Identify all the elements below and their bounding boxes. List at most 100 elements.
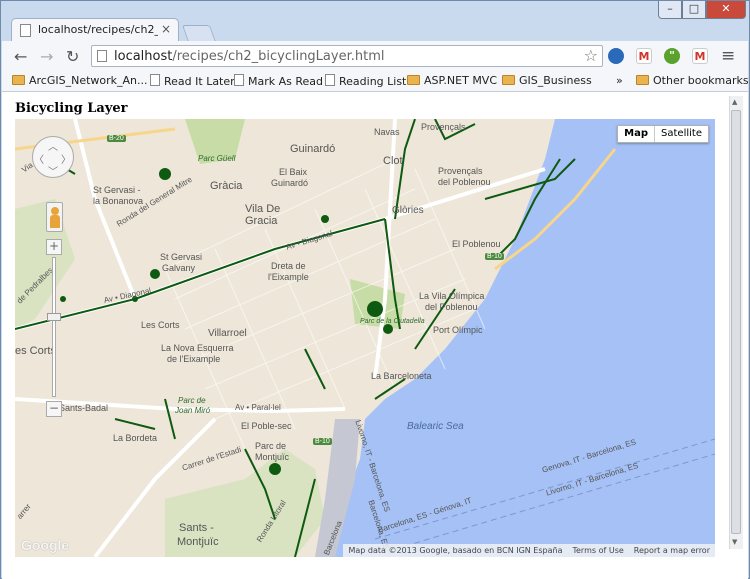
map-label: Galvany [162,263,196,273]
map-footer: Map data ©2013 Google, basado en BCN IGN… [343,544,715,557]
map-label: Guinardó [271,178,309,188]
url-path: /recipes/ch2_bicyclingLayer.html [172,49,385,64]
folder-icon [407,75,420,85]
page-icon [150,74,160,86]
map-label: La Vila Olímpica [419,291,485,301]
map-label: Provençals [438,166,483,176]
back-icon[interactable]: ← [14,47,27,66]
report-map-error-link[interactable]: Report a map error [634,544,710,557]
folder-icon [502,75,515,85]
new-tab-button[interactable] [181,25,217,42]
map-label: Provençals [421,122,466,132]
bookmarks-bar: ArcGIS_Network_An... Read It Later Mark … [2,72,749,92]
map-label: El Baix [279,167,308,177]
bookmarks-overflow-icon[interactable]: » [616,74,623,87]
map-data-attribution: Map data ©2013 Google, basado en BCN IGN… [348,546,563,555]
title-bar: localhost/recipes/ch2_bic × – □ ✕ [1,1,749,42]
highway-shield: B-20 [107,135,126,142]
pan-control[interactable]: ︿ ﹀ 〈 〉 [32,136,74,178]
map-label: Dreta de [271,261,306,271]
map-label: La Barceloneta [371,371,432,381]
minimize-button[interactable]: – [658,1,682,19]
map-type-satellite-button[interactable]: Satellite [655,126,708,142]
folder-icon [12,75,25,85]
vertical-scrollbar[interactable]: ▲ ▼ [729,96,743,549]
map-label: Montjuïc [255,452,290,462]
toolbar: ← → ↻ localhost/recipes/ch2_bicyclingLay… [2,41,748,72]
street-view-pegman-icon[interactable] [46,202,63,232]
bookmark-item[interactable]: ArcGIS_Network_An... [12,74,148,87]
map-label: la Bonanova [93,196,144,206]
tab-title: localhost/recipes/ch2_bic [38,23,158,36]
pegman-head [51,207,59,215]
map-label: Parc de la Ciutadella [360,318,425,325]
bookmark-item[interactable]: Read It Later [150,74,235,88]
globe-extension-icon[interactable] [608,48,624,64]
scroll-down-icon[interactable]: ▼ [732,538,737,546]
map-label: La Nova Esquerra [161,343,234,353]
pan-up-icon[interactable]: ︿ [48,138,58,153]
bookmark-star-icon[interactable]: ☆ [584,46,598,65]
bookmark-item[interactable]: Reading List [325,74,406,88]
map-label: St Gervasi - [93,185,141,195]
map-label: l'Eixample [268,272,309,282]
map-label: Villarroel [208,328,247,339]
menu-icon[interactable]: ≡ [721,46,735,66]
maximize-button[interactable]: □ [682,1,706,19]
map-label: Vila De [245,203,281,215]
browser-window: localhost/recipes/ch2_bic × – □ ✕ ← → ↻ … [0,0,750,579]
map-label: Montjuïc [177,536,219,548]
map-canvas[interactable]: Navas Provençals Guinardó Parc Güell Clo… [15,119,715,557]
terms-of-use-link[interactable]: Terms of Use [572,544,623,557]
map-label: Clot [383,155,403,167]
gmail-checker-icon[interactable]: M [692,48,708,64]
map-label: Balearic Sea [407,421,464,432]
google-logo[interactable]: Google [21,537,69,553]
map-label: Gràcia [210,180,243,192]
map-label: El Poble-sec [241,421,292,431]
map-label: Parc de [178,396,206,405]
folder-icon [636,75,649,85]
bookmark-item[interactable]: Other bookmarks [636,74,749,87]
bookmark-item[interactable]: ASP.NET MVC [407,74,497,87]
chat-extension-icon[interactable]: " [664,48,680,64]
highway-shield: B-10 [485,253,504,260]
map-label: Sants-Badal [59,403,109,413]
page-icon [97,50,107,62]
map-label: Parc Güell [198,154,236,163]
map-label: El Poblenou [452,239,501,249]
gmail-extension-icon[interactable]: M [636,48,652,64]
map-label: de l'Eixample [167,354,221,364]
page-icon [325,74,335,86]
map-label: Les Corts [141,320,180,330]
zoom-slider-handle[interactable] [47,313,61,321]
bookmark-item[interactable]: Mark As Read [234,74,323,88]
page-title: Bicycling Layer [15,101,128,116]
map-type-map-button[interactable]: Map [618,126,656,142]
zoom-in-button[interactable]: + [46,239,62,255]
zoom-slider-track[interactable] [52,257,56,397]
map-label: Glòries [392,205,424,216]
page-icon [234,74,244,86]
map-label: Sants - [179,522,214,534]
tab-active[interactable]: localhost/recipes/ch2_bic × [11,18,179,41]
address-bar[interactable]: localhost/recipes/ch2_bicyclingLayer.htm… [91,45,603,67]
url-text: localhost/recipes/ch2_bicyclingLayer.htm… [114,49,384,64]
page-icon [20,24,31,37]
map-type-control: Map Satellite [617,125,709,143]
pan-right-icon[interactable]: 〉 [61,151,71,166]
highway-shield: B-10 [313,438,332,445]
scroll-up-icon[interactable]: ▲ [732,98,737,106]
bookmark-item[interactable]: GIS_Business [502,74,592,87]
pan-down-icon[interactable]: ﹀ [48,163,58,178]
map-label: del Poblenou [425,302,478,312]
close-window-button[interactable]: ✕ [706,1,746,19]
pan-left-icon[interactable]: 〈 [34,151,44,166]
forward-icon[interactable]: → [40,47,53,66]
scrollbar-thumb[interactable] [731,110,741,534]
tab-close-icon[interactable]: × [161,22,171,36]
zoom-out-button[interactable]: − [46,401,62,417]
reload-icon[interactable]: ↻ [66,47,79,66]
map-label: Port Olímpic [433,325,483,335]
map-label: St Gervasi [160,252,203,262]
